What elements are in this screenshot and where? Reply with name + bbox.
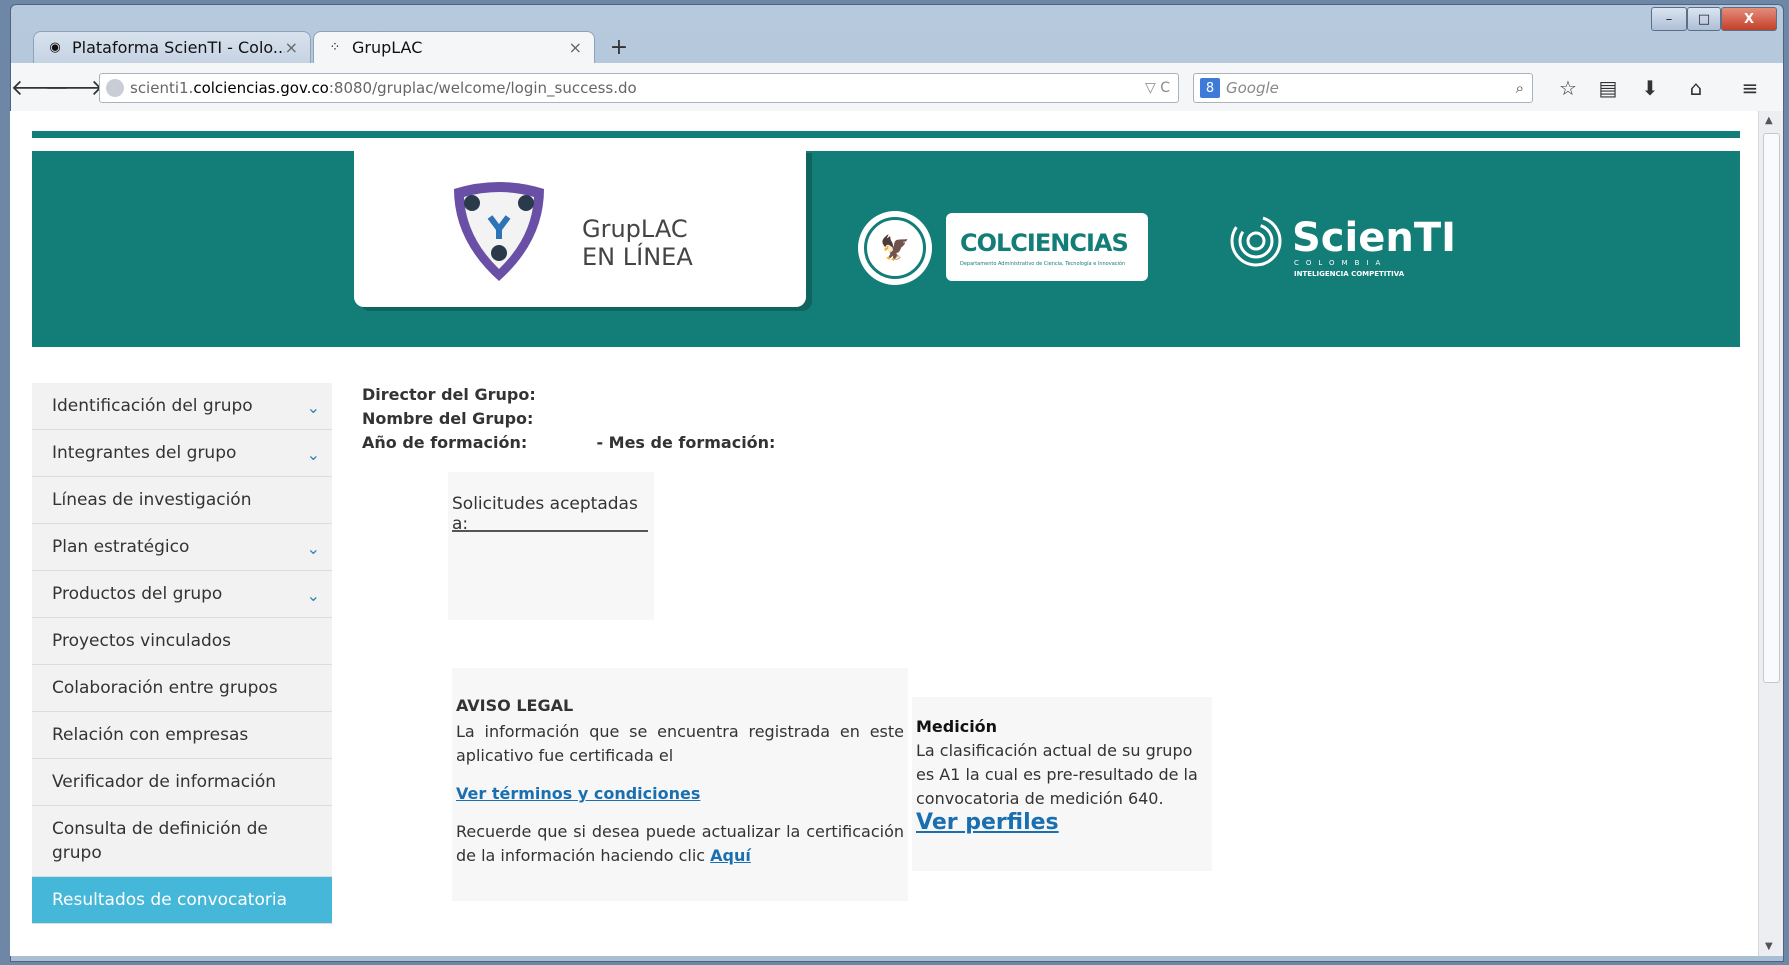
url-path: :8080/gruplac/welcome/login_success.do xyxy=(328,79,637,97)
scrollbar-thumb[interactable] xyxy=(1763,133,1780,683)
bookmarks-list-icon[interactable]: ▤ xyxy=(1593,73,1623,103)
legal-notice-text: La información que se encuentra registra… xyxy=(456,722,904,765)
scroll-up-icon[interactable]: ▲ xyxy=(1765,115,1773,126)
solicitudes-panel: Solicitudes aceptadas a: xyxy=(448,472,654,620)
gruplac-title: GrupLAC EN LÍNEA xyxy=(582,215,693,271)
sidebar-item-colaboracion[interactable]: Colaboración entre grupos xyxy=(32,665,332,712)
sidebar-menu: Identificación del grupo ⌄ Integrantes d… xyxy=(32,383,332,924)
sidebar-item-identificacion[interactable]: Identificación del grupo ⌄ xyxy=(32,383,332,430)
chevron-down-icon: ⌄ xyxy=(306,586,320,605)
sidebar-item-label: Integrantes del grupo xyxy=(52,443,237,463)
close-tab-icon[interactable]: × xyxy=(569,38,582,57)
sidebar-item-label: Colaboración entre grupos xyxy=(52,678,278,698)
sidebar-item-label: Consulta de definición de grupo xyxy=(52,819,268,863)
tab-plataforma-scienti[interactable]: ◉ Plataforma ScienTI - Colo... × xyxy=(33,31,311,63)
globe-icon xyxy=(106,79,124,97)
medicion-text: La clasificación actual de su grupo es A… xyxy=(916,741,1198,808)
home-icon[interactable]: ⌂ xyxy=(1681,73,1711,103)
search-box[interactable]: 8 Google ⌕ xyxy=(1193,73,1533,103)
sidebar-item-proyectos[interactable]: Proyectos vinculados xyxy=(32,618,332,665)
gruplac-logo-card: GrupLAC EN LÍNEA xyxy=(354,149,806,307)
google-icon: 8 xyxy=(1200,78,1220,98)
sidebar-item-verificador[interactable]: Verificador de información xyxy=(32,759,332,806)
sidebar-item-integrantes[interactable]: Integrantes del grupo ⌄ xyxy=(32,430,332,477)
page-content: GrupLAC EN LÍNEA 🦅 COLCIENCIAS Departame… xyxy=(10,111,1758,956)
sidebar-item-empresas[interactable]: Relación con empresas xyxy=(32,712,332,759)
downloads-icon[interactable]: ⬇ xyxy=(1635,73,1665,103)
navigation-bar: 🡐 🡒 scienti1. colciencias.gov.co :8080/g… xyxy=(11,63,1783,116)
chevron-down-icon: ⌄ xyxy=(306,398,320,417)
legal-notice-title: AVISO LEGAL xyxy=(456,696,574,715)
sidebar-item-label: Resultados de convocatoria xyxy=(52,890,287,910)
sidebar-item-lineas[interactable]: Líneas de investigación xyxy=(32,477,332,524)
group-name-label: Nombre del Grupo: xyxy=(362,409,534,428)
gruplac-line1: GrupLAC xyxy=(582,215,688,243)
tab-label: GrupLAC xyxy=(352,38,423,57)
sidebar-item-plan[interactable]: Plan estratégico ⌄ xyxy=(32,524,332,571)
tab-bar: ◉ Plataforma ScienTI - Colo... × ⁘ GrupL… xyxy=(11,5,1783,63)
loading-spinner-icon: ⁘ xyxy=(329,40,341,55)
gruplac-line2: EN LÍNEA xyxy=(582,243,693,271)
formation-row: Año de formación: - Mes de formación: xyxy=(362,431,775,455)
address-bar[interactable]: scienti1. colciencias.gov.co :8080/grupl… xyxy=(99,73,1179,103)
chevron-down-icon: ⌄ xyxy=(306,539,320,558)
reload-icon[interactable]: ▽ C xyxy=(1145,80,1170,96)
scroll-down-icon[interactable]: ▼ xyxy=(1765,941,1773,952)
year-label: Año de formación: xyxy=(362,433,528,452)
divider xyxy=(452,530,648,532)
sidebar-item-label: Plan estratégico xyxy=(52,537,190,557)
close-tab-icon[interactable]: × xyxy=(285,38,298,57)
director-label: Director del Grupo: xyxy=(362,385,536,404)
group-info: Director del Grupo: Nombre del Grupo: Añ… xyxy=(362,383,775,455)
url-prefix: scienti1. xyxy=(130,79,194,97)
sidebar-item-label: Verificador de información xyxy=(52,772,276,792)
new-tab-button[interactable]: + xyxy=(605,33,633,61)
forward-arrow-icon[interactable]: 🡒 xyxy=(45,73,104,103)
colciencias-name: COLCIENCIAS xyxy=(960,229,1129,257)
colciencias-subtitle: Departamento Administrativo de Ciencia, … xyxy=(960,261,1126,267)
sidebar-item-productos[interactable]: Productos del grupo ⌄ xyxy=(32,571,332,618)
sidebar-item-consulta[interactable]: Consulta de definición de grupo xyxy=(32,806,332,877)
sidebar-item-label: Líneas de investigación xyxy=(52,490,252,510)
colciencias-logo: COLCIENCIAS Departamento Administrativo … xyxy=(946,213,1148,281)
sidebar-item-label: Proyectos vinculados xyxy=(52,631,232,651)
tab-label: Plataforma ScienTI - Colo... xyxy=(72,38,285,57)
sidebar-item-label: Productos del grupo xyxy=(52,584,223,604)
top-rule xyxy=(32,131,1740,138)
scienti-name: ScienTI xyxy=(1292,215,1457,261)
colombia-seal-icon: 🦅 xyxy=(858,211,932,285)
sidebar-item-label: Identificación del grupo xyxy=(52,396,253,416)
update-link[interactable]: Aquí xyxy=(710,846,751,865)
medicion-panel: Medición La clasificación actual de su g… xyxy=(912,697,1212,871)
url-domain: colciencias.gov.co xyxy=(193,79,329,97)
scienti-swirl-icon xyxy=(1230,215,1282,267)
magnifier-icon[interactable]: ⌕ xyxy=(1516,79,1524,97)
terms-link[interactable]: Ver términos y condiciones xyxy=(456,784,700,803)
menu-icon[interactable]: ≡ xyxy=(1735,73,1765,103)
chevron-down-icon: ⌄ xyxy=(306,445,320,464)
bookmark-star-icon[interactable]: ☆ xyxy=(1553,73,1583,103)
gruplac-shield-icon xyxy=(454,182,544,281)
scienti-favicon-icon: ◉ xyxy=(49,40,61,55)
update-text: Recuerde que si desea puede actualizar l… xyxy=(456,822,904,865)
minimize-button[interactable]: – xyxy=(1651,7,1687,31)
search-placeholder: Google xyxy=(1226,79,1279,97)
close-window-button[interactable]: X xyxy=(1721,7,1777,31)
month-label: - Mes de formación: xyxy=(596,433,776,452)
ver-perfiles-link[interactable]: Ver perfiles xyxy=(916,810,1059,835)
maximize-button[interactable]: □ xyxy=(1687,7,1721,31)
tab-gruplac[interactable]: ⁘ GrupLAC × xyxy=(313,31,595,63)
medicion-title: Medición xyxy=(916,717,998,736)
update-paragraph: Recuerde que si desea puede actualizar l… xyxy=(456,820,904,868)
scienti-logo: ScienTI COLOMBIA INTELIGENCIA COMPETITIV… xyxy=(1226,201,1456,289)
vertical-scrollbar[interactable]: ▲ ▼ xyxy=(1758,111,1783,956)
legal-notice-panel: AVISO LEGAL La información que se encuen… xyxy=(452,668,908,901)
scienti-tagline: INTELIGENCIA COMPETITIVA xyxy=(1294,270,1405,278)
scienti-country: COLOMBIA xyxy=(1294,259,1388,267)
sidebar-item-resultados[interactable]: Resultados de convocatoria xyxy=(32,877,332,924)
solicitudes-label: Solicitudes aceptadas a: xyxy=(452,494,638,534)
sidebar-item-label: Relación con empresas xyxy=(52,725,249,745)
